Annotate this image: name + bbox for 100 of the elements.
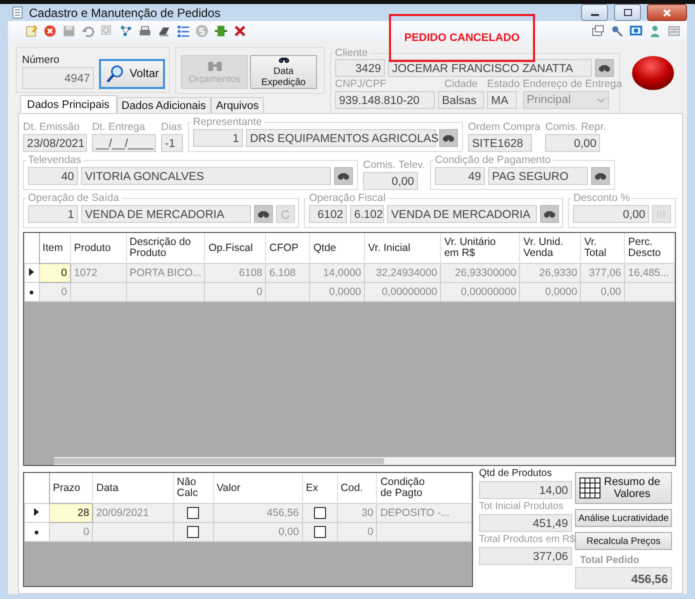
- cancel-icon[interactable]: [43, 24, 57, 38]
- qtd-produtos-label: Qtd de Produtos: [479, 468, 553, 479]
- row-header[interactable]: [24, 282, 40, 302]
- total-pedido-label: Total Pedido: [579, 555, 640, 566]
- lookup-button[interactable]: [334, 167, 353, 185]
- document-icon: [12, 6, 23, 19]
- panel-icon[interactable]: [667, 24, 681, 38]
- table-cell: 26,9330: [520, 264, 581, 282]
- column-header[interactable]: Não Calc: [173, 473, 214, 504]
- dt-emissao-label: Dt. Emissão: [23, 121, 81, 133]
- scrollbar[interactable]: [54, 457, 675, 465]
- dias-label: Dias: [161, 121, 183, 133]
- lookup-button[interactable]: [595, 59, 614, 77]
- cidade-label: Cidade: [444, 78, 478, 90]
- cliente-label: Cliente: [334, 47, 369, 59]
- table-cell: 26,93300000: [440, 264, 520, 282]
- delete-icon[interactable]: [233, 24, 247, 38]
- column-header[interactable]: Vr. Unid. Venda: [520, 233, 581, 264]
- calculator-icon: [656, 208, 668, 220]
- close-button[interactable]: [647, 4, 687, 21]
- tab[interactable]: Dados Adicionais: [116, 97, 211, 113]
- column-header[interactable]: Vr. Total: [580, 233, 625, 264]
- tab[interactable]: Dados Principais: [20, 95, 117, 113]
- resumo-valores-button[interactable]: Resumo de Valores: [575, 472, 672, 504]
- table-cell: 0,0000: [520, 282, 581, 302]
- column-header[interactable]: Data: [92, 473, 174, 504]
- tab[interactable]: Arquivos: [210, 97, 264, 113]
- checkbox[interactable]: [314, 507, 326, 520]
- column-header[interactable]: Op.Fiscal: [204, 233, 266, 264]
- table-cell: 28: [49, 504, 93, 522]
- operacao-saida-code-field: 1: [28, 205, 78, 223]
- binoculars-icon: [206, 60, 224, 72]
- table-cell: 0,00000000: [440, 282, 520, 302]
- monitor-icon[interactable]: [629, 24, 643, 38]
- plug-icon[interactable]: [214, 24, 228, 38]
- tot-inicial-label: Tot Inicial Produtos: [479, 501, 564, 512]
- maximize-button[interactable]: [614, 4, 641, 21]
- current-row-icon: [34, 508, 40, 516]
- current-row-icon: [29, 268, 34, 276]
- person-icon[interactable]: [648, 24, 662, 38]
- table-cell: 0: [39, 282, 70, 302]
- row-header[interactable]: [24, 264, 40, 282]
- column-header[interactable]: CFOP: [266, 233, 310, 264]
- chevron-icon: [596, 98, 605, 102]
- table-cell: 0,00: [580, 282, 625, 302]
- table-cell: PORTA BICO...: [126, 264, 205, 282]
- condicao-code-field: 49: [435, 167, 486, 185]
- table-cell: 30: [337, 504, 377, 522]
- undo-icon[interactable]: [81, 24, 95, 38]
- table-cell: [266, 282, 310, 302]
- network-icon[interactable]: [119, 24, 133, 38]
- operacao-saida-label: Operação de Saída: [27, 192, 120, 204]
- table-cell: 0,0000: [310, 282, 365, 302]
- voltar-button[interactable]: Voltar: [99, 59, 165, 89]
- checkbox[interactable]: [187, 507, 200, 520]
- table-cell: 0: [39, 264, 70, 282]
- column-header[interactable]: Cod.: [337, 473, 377, 504]
- table-cell: 6108: [204, 264, 266, 282]
- printer-icon[interactable]: [138, 24, 152, 38]
- binoculars-icon: [442, 133, 455, 143]
- data-expedicao-button[interactable]: Data Expedição: [250, 55, 317, 89]
- operacao-fiscal-name-field: VENDA DE MERCADORIA: [387, 205, 538, 223]
- table-cell: 377,06: [580, 264, 625, 282]
- column-header[interactable]: Prazo: [49, 473, 93, 504]
- lookup-button[interactable]: [439, 129, 458, 147]
- table-cell: 0: [204, 282, 266, 302]
- column-header[interactable]: Produto: [70, 233, 126, 264]
- lookup-button[interactable]: [540, 205, 560, 223]
- new-row-icon: [29, 290, 34, 295]
- table-cell: [70, 282, 126, 302]
- column-header[interactable]: Condição de Pagto: [376, 473, 472, 504]
- condicao-name-field: PAG SEGURO: [488, 167, 588, 185]
- minimize-button[interactable]: [581, 4, 608, 21]
- analise-lucratividade-button[interactable]: Análise Lucratividade: [575, 509, 672, 527]
- comis-repr-field: 0,00: [545, 134, 600, 152]
- row-header[interactable]: [24, 504, 50, 522]
- list-icon[interactable]: [176, 24, 190, 38]
- checkbox[interactable]: [314, 526, 326, 538]
- column-header[interactable]: Vr. Unitário em R$: [440, 233, 520, 264]
- column-header[interactable]: Vr. Inicial: [364, 233, 441, 264]
- lookup-button[interactable]: [591, 167, 610, 185]
- comis-repr-label: Comis. Repr.: [545, 121, 606, 133]
- operacao-fiscal-label: Operação Fiscal: [308, 192, 387, 204]
- column-header[interactable]: Descrição do Produto: [126, 233, 205, 264]
- column-header[interactable]: Valor: [213, 473, 302, 504]
- lookup-button[interactable]: [254, 205, 273, 223]
- recalcula-precos-button[interactable]: Recalcula Preços: [575, 532, 672, 550]
- column-header[interactable]: Item: [39, 233, 70, 264]
- column-header[interactable]: Perc. Descto: [624, 233, 674, 264]
- table-cell: 0: [49, 522, 93, 542]
- desconto-label: Desconto %: [572, 192, 631, 204]
- windows-icon[interactable]: [591, 24, 605, 38]
- estado-label: Estado: [487, 78, 520, 90]
- column-header[interactable]: Qtde: [310, 233, 365, 264]
- checkbox[interactable]: [187, 526, 200, 538]
- binoculars-icon: [337, 171, 350, 181]
- column-header[interactable]: Ex: [302, 473, 338, 504]
- tot-inicial-field: 451,49: [479, 514, 572, 532]
- table-cell: 20/09/2021: [92, 504, 174, 522]
- condicao-pagamento-label: Condição de Pagamento: [434, 154, 552, 166]
